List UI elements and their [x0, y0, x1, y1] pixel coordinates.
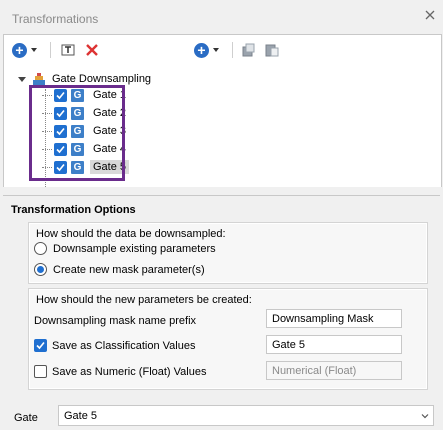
add-circle-icon: +	[194, 42, 209, 58]
add-circle-icon: +	[12, 42, 27, 58]
delete-button[interactable]	[84, 41, 100, 59]
classification-value-input[interactable]: Gate 5	[266, 335, 402, 354]
add-gate-button[interactable]: +	[194, 41, 219, 59]
expand-collapse-icon[interactable]	[18, 76, 26, 82]
classification-row[interactable]: Save as Classification Values	[34, 339, 195, 352]
numeric-label: Save as Numeric (Float) Values	[52, 365, 207, 378]
close-icon[interactable]	[423, 8, 437, 22]
numeric-checkbox[interactable]	[34, 365, 47, 378]
gate-downsampling-icon	[33, 73, 45, 85]
section-title: Transformation Options	[11, 204, 136, 216]
radio-create-mask[interactable]: Create new mask parameter(s)	[34, 263, 205, 276]
numeric-value-input: Numerical (Float)	[266, 361, 402, 380]
copy-doc-icon	[242, 43, 255, 57]
group-title: How should the new parameters be created…	[36, 294, 252, 306]
divider	[3, 195, 440, 196]
gate-dropdown-value: Gate 5	[64, 410, 98, 422]
chevron-down-icon	[213, 48, 219, 52]
selection-highlight-box	[29, 85, 125, 181]
downsample-method-group: How should the data be downsampled: Down…	[28, 222, 428, 284]
prefix-label: Downsampling mask name prefix	[34, 315, 197, 327]
chevron-down-icon	[31, 48, 37, 52]
classification-checkbox[interactable]	[34, 339, 47, 352]
radio-label: Downsample existing parameters	[53, 242, 216, 255]
radio-button-selected[interactable]	[34, 263, 47, 276]
gate-label: Gate	[14, 412, 38, 424]
rename-button[interactable]	[60, 41, 76, 59]
chevron-down-icon	[421, 414, 429, 419]
delete-x-icon	[86, 44, 98, 56]
checkmark-icon	[36, 341, 45, 350]
radio-downsample-existing[interactable]: Downsample existing parameters	[34, 242, 216, 255]
copy-button[interactable]	[240, 41, 256, 59]
toolbar-divider	[50, 42, 51, 58]
toolbar: + +	[4, 35, 441, 65]
title-bar: Transformations	[0, 0, 443, 34]
new-parameters-group: How should the new parameters be created…	[28, 288, 428, 390]
radio-label: Create new mask parameter(s)	[53, 263, 205, 276]
rename-icon	[61, 44, 75, 56]
classification-label: Save as Classification Values	[52, 339, 196, 352]
tree-root-label: Gate Downsampling	[52, 73, 152, 85]
prefix-row: Downsampling mask name prefix	[34, 315, 196, 327]
paste-button[interactable]	[264, 41, 280, 59]
gate-dropdown[interactable]: Gate 5	[58, 405, 434, 426]
radio-button[interactable]	[34, 242, 47, 255]
add-transformation-button[interactable]: +	[12, 41, 37, 59]
transformation-options-pane: Transformation Options How should the da…	[3, 198, 440, 430]
group-title: How should the data be downsampled:	[36, 228, 226, 240]
numeric-row[interactable]: Save as Numeric (Float) Values	[34, 365, 206, 378]
paste-doc-icon	[265, 44, 279, 57]
mask-prefix-input[interactable]: Downsampling Mask	[266, 309, 402, 328]
window-title: Transformations	[12, 12, 99, 26]
toolbar-divider	[232, 42, 233, 58]
